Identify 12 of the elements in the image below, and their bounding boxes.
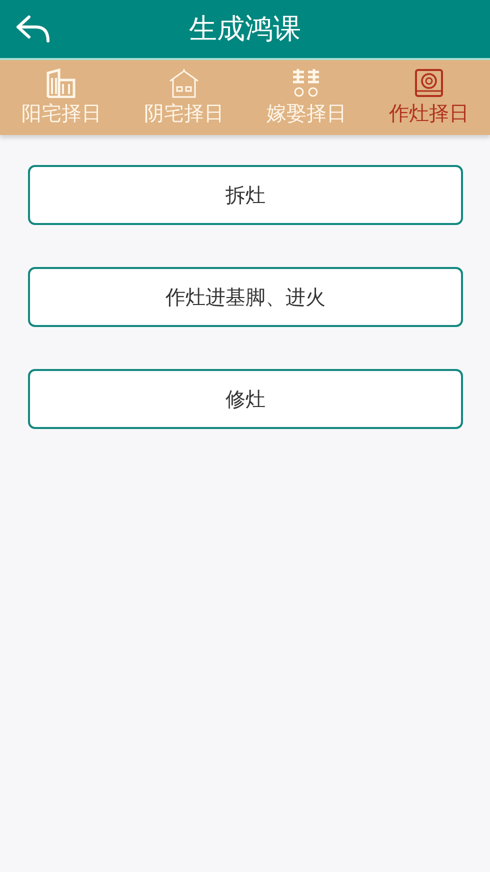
tab[interactable]: 阳宅择日 — [0, 60, 122, 135]
tab[interactable]: 嫁娶择日 — [245, 60, 368, 135]
option-button[interactable]: 修灶 — [28, 369, 463, 429]
building-icon — [45, 68, 78, 98]
option-button[interactable]: 拆灶 — [28, 165, 463, 225]
tab[interactable]: 作灶择日 — [368, 60, 490, 135]
option-button[interactable]: 作灶进基脚、进火 — [28, 267, 463, 327]
back-icon[interactable] — [16, 15, 50, 43]
page-title: 生成鸿课 — [189, 11, 301, 47]
house-icon — [168, 68, 200, 98]
stove-icon — [412, 68, 445, 98]
tab[interactable]: 阴宅择日 — [122, 60, 245, 135]
